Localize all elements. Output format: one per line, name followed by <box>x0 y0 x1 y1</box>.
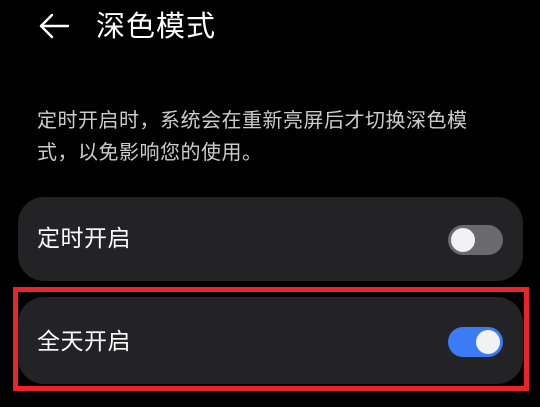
toggle-knob <box>451 228 475 252</box>
scheduled-toggle-switch[interactable] <box>448 225 503 255</box>
page-title: 深色模式 <box>96 9 217 43</box>
toggle-knob <box>476 330 500 354</box>
description-text: 定时开启时，系统会在重新亮屏后才切换深色模式，以免影响您的使用。 <box>37 108 468 164</box>
setting-row-all-day[interactable]: 全天开启 <box>18 297 523 384</box>
top-app-bar: 深色模式 <box>0 0 540 56</box>
all-day-toggle-switch[interactable] <box>448 327 503 357</box>
back-button[interactable] <box>34 6 74 46</box>
setting-row-scheduled[interactable]: 定时开启 <box>18 197 523 281</box>
arrow-left-icon <box>39 13 70 39</box>
setting-label-all-day: 全天开启 <box>37 329 131 355</box>
setting-label-scheduled: 定时开启 <box>37 226 131 252</box>
